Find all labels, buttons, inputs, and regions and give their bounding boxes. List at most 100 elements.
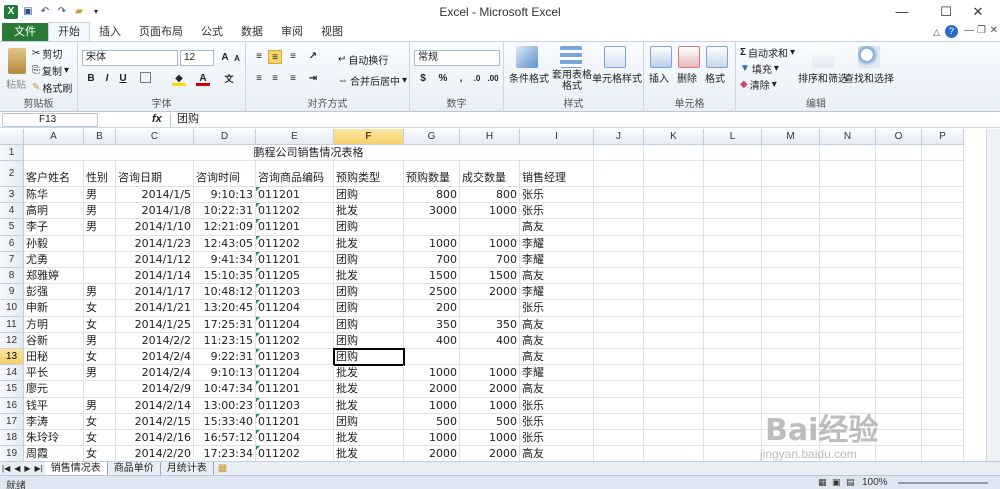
cell-n11[interactable] (820, 316, 876, 333)
cell-d12[interactable]: 11:23:15 (194, 332, 256, 349)
cell-b9[interactable]: 男 (84, 284, 116, 301)
phonetic-icon[interactable]: 文 (222, 72, 236, 86)
cell-p4[interactable] (922, 203, 964, 220)
column-header-h[interactable]: H (460, 129, 520, 145)
cell-a13[interactable]: 田秘 (24, 349, 84, 366)
cell-b11[interactable]: 女 (84, 316, 116, 333)
cell-a3[interactable]: 陈华 (24, 187, 84, 204)
cell-d8[interactable]: 15:10:35 (194, 268, 256, 285)
cell-m3[interactable] (762, 187, 820, 204)
cell-a16[interactable]: 钱平 (24, 397, 84, 414)
cell-e17[interactable]: 011201 (256, 413, 334, 430)
cell-l13[interactable] (704, 349, 762, 366)
cell-f12[interactable]: 团购 (334, 332, 404, 349)
row-header-1[interactable]: 1 (0, 145, 24, 161)
cell-e6[interactable]: 011202 (256, 235, 334, 252)
comma-icon[interactable]: , (454, 72, 468, 86)
cell-c15[interactable]: 2014/2/9 (116, 381, 194, 398)
cell-i3[interactable]: 张乐 (520, 187, 594, 204)
cell-k5[interactable] (644, 219, 704, 236)
column-header-n[interactable]: N (820, 129, 876, 145)
align-left-icon[interactable]: ≡ (252, 72, 266, 86)
cell-j12[interactable] (594, 332, 644, 349)
cell-j11[interactable] (594, 316, 644, 333)
delete-cells-icon[interactable] (678, 46, 700, 68)
cell-c11[interactable]: 2014/1/25 (116, 316, 194, 333)
cell-c9[interactable]: 2014/1/17 (116, 284, 194, 301)
cell-i10[interactable]: 张乐 (520, 300, 594, 317)
cell-a6[interactable]: 孙毅 (24, 235, 84, 252)
cell-h6[interactable]: 1000 (460, 235, 520, 252)
sort-filter-button[interactable]: 排序和筛选 (798, 70, 848, 85)
ribbon-minimize-icon[interactable]: △ (933, 27, 940, 38)
cell-n16[interactable] (820, 397, 876, 414)
cell-p13[interactable] (922, 349, 964, 366)
cell-f5[interactable]: 团购 (334, 219, 404, 236)
cell-a11[interactable]: 方明 (24, 316, 84, 333)
cell-c14[interactable]: 2014/2/4 (116, 365, 194, 382)
cell-a18[interactable]: 朱玲玲 (24, 430, 84, 447)
row-header-16[interactable]: 16 (0, 397, 24, 414)
cell-i18[interactable]: 张乐 (520, 430, 594, 447)
cell-b16[interactable]: 男 (84, 397, 116, 414)
cell-h15[interactable]: 2000 (460, 381, 520, 398)
column-header-p[interactable]: P (922, 129, 964, 145)
bold-button[interactable]: B (84, 72, 98, 86)
cell-f11[interactable]: 团购 (334, 316, 404, 333)
cell-j7[interactable] (594, 251, 644, 268)
insert-cells-button[interactable]: 插入 (649, 70, 669, 85)
cell-c16[interactable]: 2014/2/14 (116, 397, 194, 414)
cell-f10[interactable]: 团购 (334, 300, 404, 317)
cell-o15[interactable] (876, 381, 922, 398)
cell-c19[interactable]: 2014/2/20 (116, 446, 194, 461)
cell-b19[interactable]: 女 (84, 446, 116, 461)
zoom-slider[interactable] (898, 482, 988, 484)
column-header-f[interactable]: F (334, 129, 404, 145)
cell-g16[interactable]: 1000 (404, 397, 460, 414)
cell-k1[interactable] (644, 145, 704, 161)
cell-i11[interactable]: 高友 (520, 316, 594, 333)
cell-a7[interactable]: 尤勇 (24, 251, 84, 268)
align-bottom-icon[interactable]: ≡ (286, 50, 300, 64)
cell-o17[interactable] (876, 413, 922, 430)
cell-j1[interactable] (594, 145, 644, 161)
cell-l7[interactable] (704, 251, 762, 268)
cell-c6[interactable]: 2014/1/23 (116, 235, 194, 252)
cell-f9[interactable]: 团购 (334, 284, 404, 301)
cell-a15[interactable]: 廖元 (24, 381, 84, 398)
sheet-tab-sales[interactable]: 销售情况表 (44, 462, 108, 475)
cell-c17[interactable]: 2014/2/15 (116, 413, 194, 430)
cell-f2[interactable]: 预购类型 (334, 161, 404, 187)
cell-g10[interactable]: 200 (404, 300, 460, 317)
cell-p1[interactable] (922, 145, 964, 161)
cell-i15[interactable]: 高友 (520, 381, 594, 398)
vertical-scrollbar[interactable] (986, 129, 1000, 461)
cell-g4[interactable]: 3000 (404, 203, 460, 220)
cell-d16[interactable]: 13:00:23 (194, 397, 256, 414)
table-format-icon[interactable] (560, 46, 582, 68)
cell-p17[interactable] (922, 413, 964, 430)
cell-d13[interactable]: 9:22:31 (194, 349, 256, 366)
cell-f6[interactable]: 批发 (334, 235, 404, 252)
cell-e7[interactable]: 011201 (256, 251, 334, 268)
clear-button[interactable]: ◆ 清除 ▾ (740, 77, 777, 92)
cell-o16[interactable] (876, 397, 922, 414)
sheet-tab-monthly[interactable]: 月统计表 (161, 462, 214, 475)
cut-button[interactable]: ✂ 剪切 (32, 46, 62, 61)
cell-g11[interactable]: 350 (404, 316, 460, 333)
cell-n8[interactable] (820, 268, 876, 285)
cell-l6[interactable] (704, 235, 762, 252)
row-header-19[interactable]: 19 (0, 446, 24, 461)
tab-review[interactable]: 审阅 (272, 23, 312, 41)
cell-k11[interactable] (644, 316, 704, 333)
row-header-2[interactable]: 2 (0, 161, 24, 187)
cell-g17[interactable]: 500 (404, 413, 460, 430)
cell-p12[interactable] (922, 332, 964, 349)
cell-p6[interactable] (922, 235, 964, 252)
cell-o13[interactable] (876, 349, 922, 366)
tab-page-layout[interactable]: 页面布局 (130, 23, 192, 41)
cell-h13[interactable] (460, 349, 520, 366)
cell-b17[interactable]: 女 (84, 413, 116, 430)
cell-n17[interactable] (820, 413, 876, 430)
align-center-icon[interactable]: ≡ (268, 72, 282, 86)
